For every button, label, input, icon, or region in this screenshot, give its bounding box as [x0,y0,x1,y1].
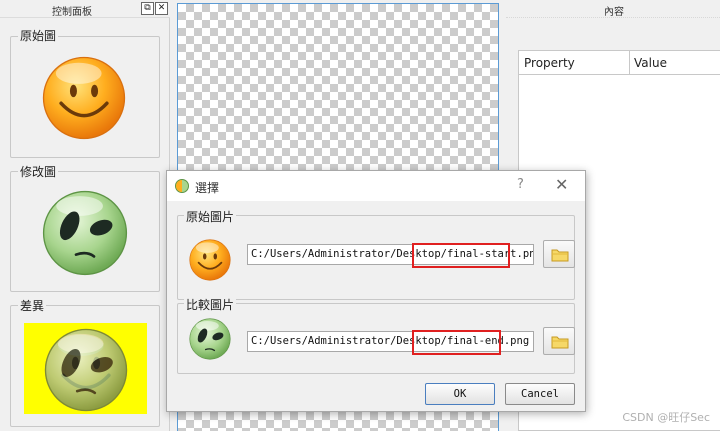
close-dialog-button[interactable]: ✕ [555,175,568,194]
float-dock-button[interactable]: ⧉ [141,2,154,15]
property-table-header: Property Value [519,51,720,75]
left-dock-panel: 控制面板 ⧉ ✕ 原始圖 修改圖 差異 [0,0,170,431]
app-icon [175,179,189,193]
close-dock-button[interactable]: ✕ [155,2,168,15]
original-image-group-label: 原始圖片 [184,208,237,225]
dialog-title: 選擇 [195,181,220,195]
compare-image-picker-group: C:/Users/Administrator/Desktop/final-end… [177,303,575,374]
original-image-picker-group: C:/Users/Administrator/Desktop/final-sta… [177,215,575,300]
ok-button[interactable]: OK [425,383,495,405]
filename-highlight [412,243,510,268]
diff-image [24,323,147,414]
compare-image-group-label: 比較圖片 [184,296,237,313]
diff-face-icon [42,326,130,414]
property-column-header[interactable]: Property [524,56,575,70]
dialog-titlebar: 選擇 ? ✕ [167,171,585,201]
browse-original-button[interactable] [543,240,575,268]
diff-image-group [10,305,160,427]
browse-compare-button[interactable] [543,327,575,355]
smiley-face-icon [188,238,232,282]
folder-icon [551,249,569,262]
left-dock-title: 控制面板 [52,7,92,18]
folder-icon [551,336,569,349]
alien-face-icon [188,317,232,361]
help-button[interactable]: ? [517,177,524,192]
modified-image-label: 修改圖 [18,163,59,180]
cancel-button[interactable]: Cancel [505,383,575,405]
smiley-face-icon [40,54,128,142]
right-dock-title: 內容 [604,7,624,18]
select-images-dialog: 選擇 ? ✕ C:/Users/Administrator/Desktop/fi… [166,170,586,412]
diff-label: 差異 [18,297,47,314]
modified-image-group [10,171,160,292]
original-image-group [10,36,160,158]
column-divider[interactable] [629,51,630,75]
right-dock-titlebar: 內容 [506,0,720,18]
alien-face-icon [40,188,130,278]
left-dock-titlebar: 控制面板 ⧉ ✕ [0,0,170,18]
value-column-header[interactable]: Value [634,56,667,70]
watermark: CSDN @旺仔Sec [622,411,710,424]
original-image-label: 原始圖 [18,27,59,44]
filename-highlight [412,330,501,355]
